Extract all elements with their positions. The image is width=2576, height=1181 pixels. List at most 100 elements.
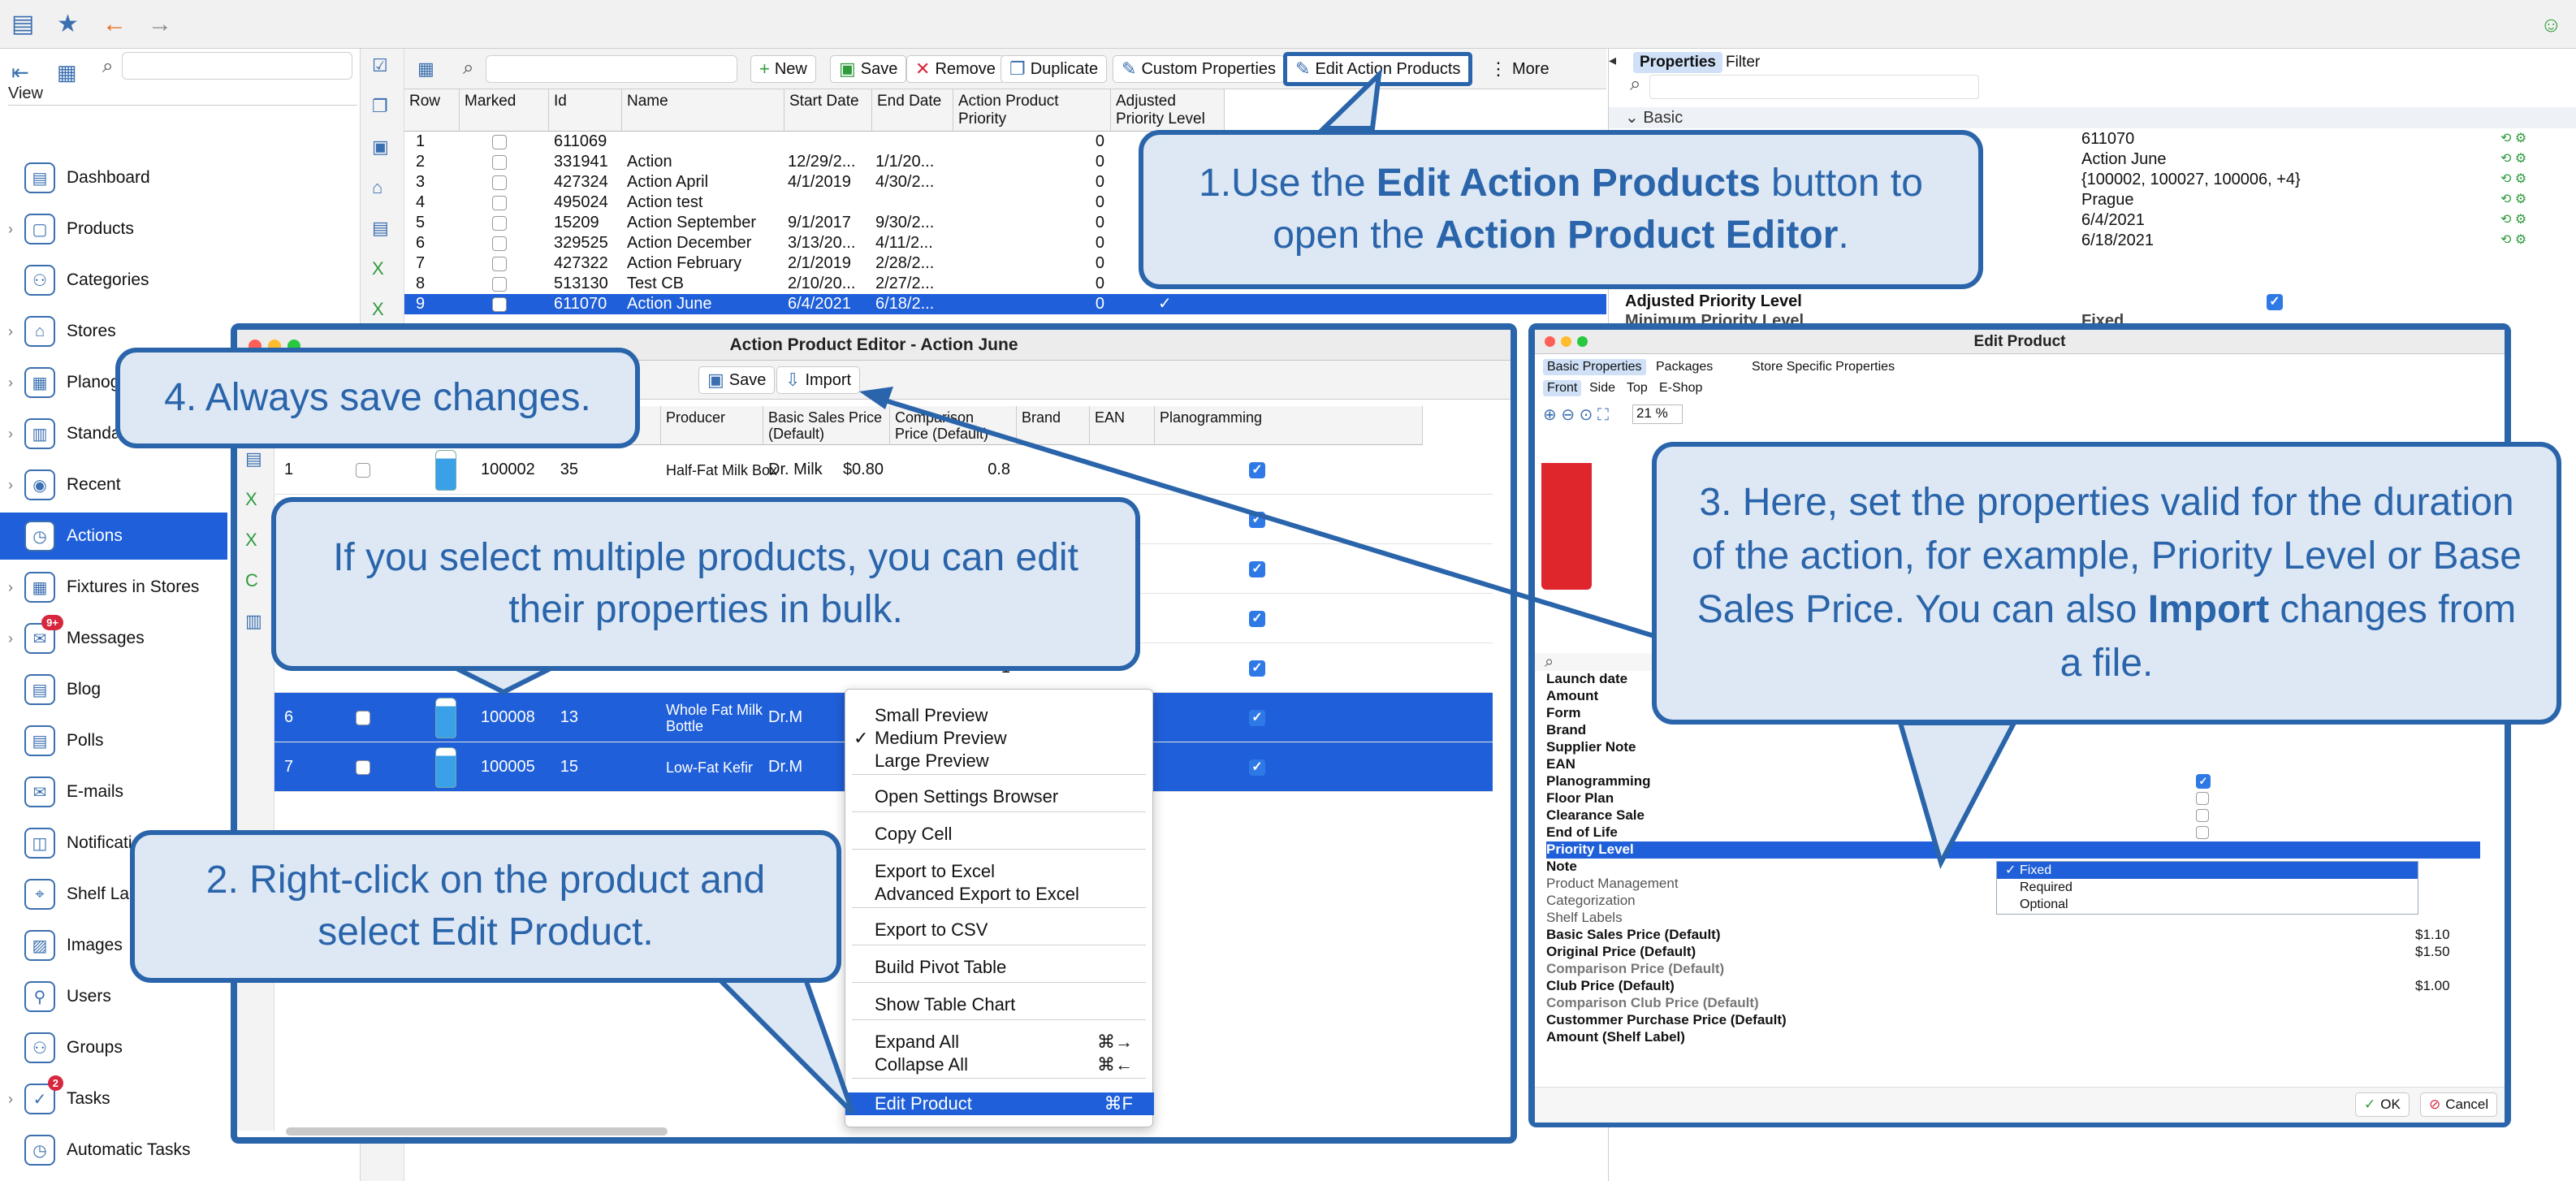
close-window-icon[interactable]: [1545, 336, 1555, 347]
priority-level-dropdown[interactable]: ✓ Fixed Required Optional: [1996, 861, 2418, 915]
sidebar-item-tasks[interactable]: › ✓ 2 Tasks: [0, 1075, 227, 1123]
excel-icon[interactable]: X: [372, 258, 384, 279]
view-tab-front[interactable]: Front: [1543, 380, 1582, 396]
editor-row[interactable]: 1 100002 35 Half-Fat Milk Box Dr. Milk $0.80 0…: [274, 445, 1493, 495]
planogramming-checkbox[interactable]: ✓: [1249, 610, 1265, 627]
marked-checkbox[interactable]: [492, 296, 507, 312]
adjusted-priority-checkbox[interactable]: ✓: [2267, 294, 2283, 310]
excel-icon[interactable]: X: [245, 489, 257, 510]
marked-checkbox[interactable]: [356, 759, 370, 775]
check-icon[interactable]: ✓: [1158, 295, 1172, 313]
properties-search-input[interactable]: [1649, 75, 1979, 99]
property-row[interactable]: Planogramming ✓: [1546, 773, 2480, 790]
zoom-in-icon[interactable]: ⊕: [1543, 406, 1557, 424]
reset-icon[interactable]: ⟲ ⚙: [2500, 211, 2526, 227]
sidebar-item-blog[interactable]: ▤ Blog: [0, 666, 227, 713]
marked-checkbox[interactable]: [356, 710, 370, 725]
planogramming-checkbox[interactable]: ✓: [1249, 709, 1265, 726]
planogramming-checkbox[interactable]: ✓: [1249, 759, 1265, 776]
menu-item-open-settings-browser[interactable]: Open Settings Browser: [845, 785, 1154, 808]
marked-checkbox[interactable]: [356, 462, 370, 478]
marked-checkbox[interactable]: [492, 195, 507, 210]
sidebar-item-dashboard[interactable]: ▤ Dashboard: [0, 154, 227, 201]
duplicate-button[interactable]: ❐ Duplicate: [1001, 55, 1108, 83]
planogramming-checkbox[interactable]: ✓: [1249, 511, 1265, 528]
sidebar-search-input[interactable]: [122, 52, 352, 80]
custom-properties-button[interactable]: ✎ Custom Properties: [1113, 55, 1286, 83]
sidebar-item-groups[interactable]: ⚇ Groups: [0, 1024, 227, 1071]
checkbox[interactable]: [2196, 792, 2209, 805]
fit-page-icon[interactable]: ⛶: [1597, 406, 1609, 424]
column-header[interactable]: Planogramming: [1155, 406, 1423, 445]
select-icon[interactable]: ☑: [372, 55, 388, 76]
sidebar-item-actions[interactable]: ◷ Actions: [0, 513, 227, 560]
property-row[interactable]: End of Life: [1546, 824, 2480, 841]
new-button[interactable]: + New: [750, 55, 816, 83]
menu-item-copy-cell[interactable]: Copy Cell: [845, 823, 1154, 846]
sidebar-item-products[interactable]: › ▢ Products: [0, 205, 227, 253]
cancel-button[interactable]: ⊘ Cancel: [2420, 1092, 2498, 1117]
menu-item-large-preview[interactable]: Large Preview: [845, 750, 1154, 772]
checkbox[interactable]: [2196, 826, 2209, 839]
view-tab-e-shop[interactable]: E-Shop: [1655, 380, 1706, 396]
back-arrow-icon[interactable]: ←: [102, 10, 127, 39]
tab-properties[interactable]: Properties: [1633, 52, 1722, 73]
property-row[interactable]: Amount (Shelf Label): [1546, 1029, 2480, 1046]
reset-icon[interactable]: ⟲ ⚙: [2500, 191, 2526, 207]
table-row[interactable]: 9 611070 Action June 6/4/2021 6/18/2... 0 ✓: [404, 294, 1606, 314]
minimize-window-icon[interactable]: [1561, 336, 1571, 347]
section-basic[interactable]: ⌄ Basic: [1609, 107, 2576, 128]
menu-item-collapse-all[interactable]: Collapse All ⌘←: [845, 1053, 1154, 1076]
collapse-arrow-icon[interactable]: ◂: [1609, 52, 1616, 69]
property-row[interactable]: Club Price (Default) $1.00: [1546, 978, 2480, 995]
tab-store-specific-properties[interactable]: Store Specific Properties: [1748, 359, 1899, 375]
zoom-out-icon[interactable]: ⊖: [1561, 406, 1575, 424]
adjusted-priority-row[interactable]: Adjusted Priority Level ✓: [1625, 292, 2551, 312]
priority-option[interactable]: Required: [1997, 879, 2418, 896]
sidebar-item-polls[interactable]: ▤ Polls: [0, 717, 227, 764]
zoom-field[interactable]: 21 %: [1632, 404, 1683, 424]
tab-packages[interactable]: Packages: [1652, 359, 1717, 375]
priority-option[interactable]: Optional: [1997, 896, 2418, 913]
grid-search-input[interactable]: [486, 55, 737, 83]
property-row[interactable]: Priority Level: [1546, 841, 2480, 859]
column-header[interactable]: Marked: [460, 89, 549, 132]
sidebar-item-messages[interactable]: › ✉ 9+ Messages: [0, 615, 227, 662]
save-button[interactable]: ▣ Save: [830, 55, 907, 83]
property-row[interactable]: Floor Plan: [1546, 790, 2480, 807]
column-header[interactable]: Brand: [1017, 406, 1090, 445]
column-header[interactable]: Basic Sales Price (Default): [763, 406, 890, 445]
property-row[interactable]: Clearance Sale: [1546, 807, 2480, 824]
column-header[interactable]: Comparison Price (Default): [890, 406, 1017, 445]
menu-item-build-pivot-table[interactable]: Build Pivot Table: [845, 956, 1154, 979]
property-row[interactable]: Original Price (Default) $1.50: [1546, 944, 2480, 961]
priority-option[interactable]: ✓ Fixed: [1997, 862, 2418, 879]
chevron-right-icon[interactable]: ›: [8, 630, 13, 647]
view-tab-top[interactable]: Top: [1623, 380, 1652, 396]
forward-arrow-icon[interactable]: →: [148, 10, 172, 39]
marked-checkbox[interactable]: [492, 236, 507, 251]
marked-checkbox[interactable]: [492, 276, 507, 292]
chevron-right-icon[interactable]: ›: [8, 374, 13, 392]
checkbox[interactable]: [2196, 809, 2209, 822]
csv-icon[interactable]: C: [245, 570, 258, 591]
planogramming-checkbox[interactable]: ✓: [1249, 560, 1265, 578]
sidebar-item-automatic-tasks[interactable]: ◷ Automatic Tasks: [0, 1127, 227, 1174]
marked-checkbox[interactable]: [492, 175, 507, 190]
menu-item-advanced-export-to-excel[interactable]: Advanced Export to Excel: [845, 883, 1154, 906]
property-row[interactable]: Custommer Purchase Price (Default): [1546, 1012, 2480, 1029]
excel-export-icon[interactable]: X: [245, 530, 257, 551]
document-icon[interactable]: ▤: [372, 218, 389, 239]
planogramming-checkbox[interactable]: ✓: [2196, 774, 2211, 789]
property-row[interactable]: EAN: [1546, 756, 2480, 773]
document-icon[interactable]: ▤: [245, 448, 262, 469]
menu-item-medium-preview[interactable]: ✓ Medium Preview: [845, 727, 1154, 750]
layout-icon[interactable]: ▦: [57, 60, 77, 85]
sidebar-item-fixtures-in-stores[interactable]: › ▦ Fixtures in Stores: [0, 564, 227, 611]
sidebar-item-e-mails[interactable]: ✉ E-mails: [0, 768, 227, 815]
more-button[interactable]: ⋮ More: [1481, 55, 1558, 83]
menu-item-edit-product[interactable]: Edit Product ⌘F: [845, 1092, 1154, 1115]
import-button[interactable]: ⇩ Import: [776, 366, 861, 394]
zoom-fit-icon[interactable]: ⊙: [1580, 406, 1593, 424]
remove-button[interactable]: ✕ Remove: [906, 55, 1005, 83]
